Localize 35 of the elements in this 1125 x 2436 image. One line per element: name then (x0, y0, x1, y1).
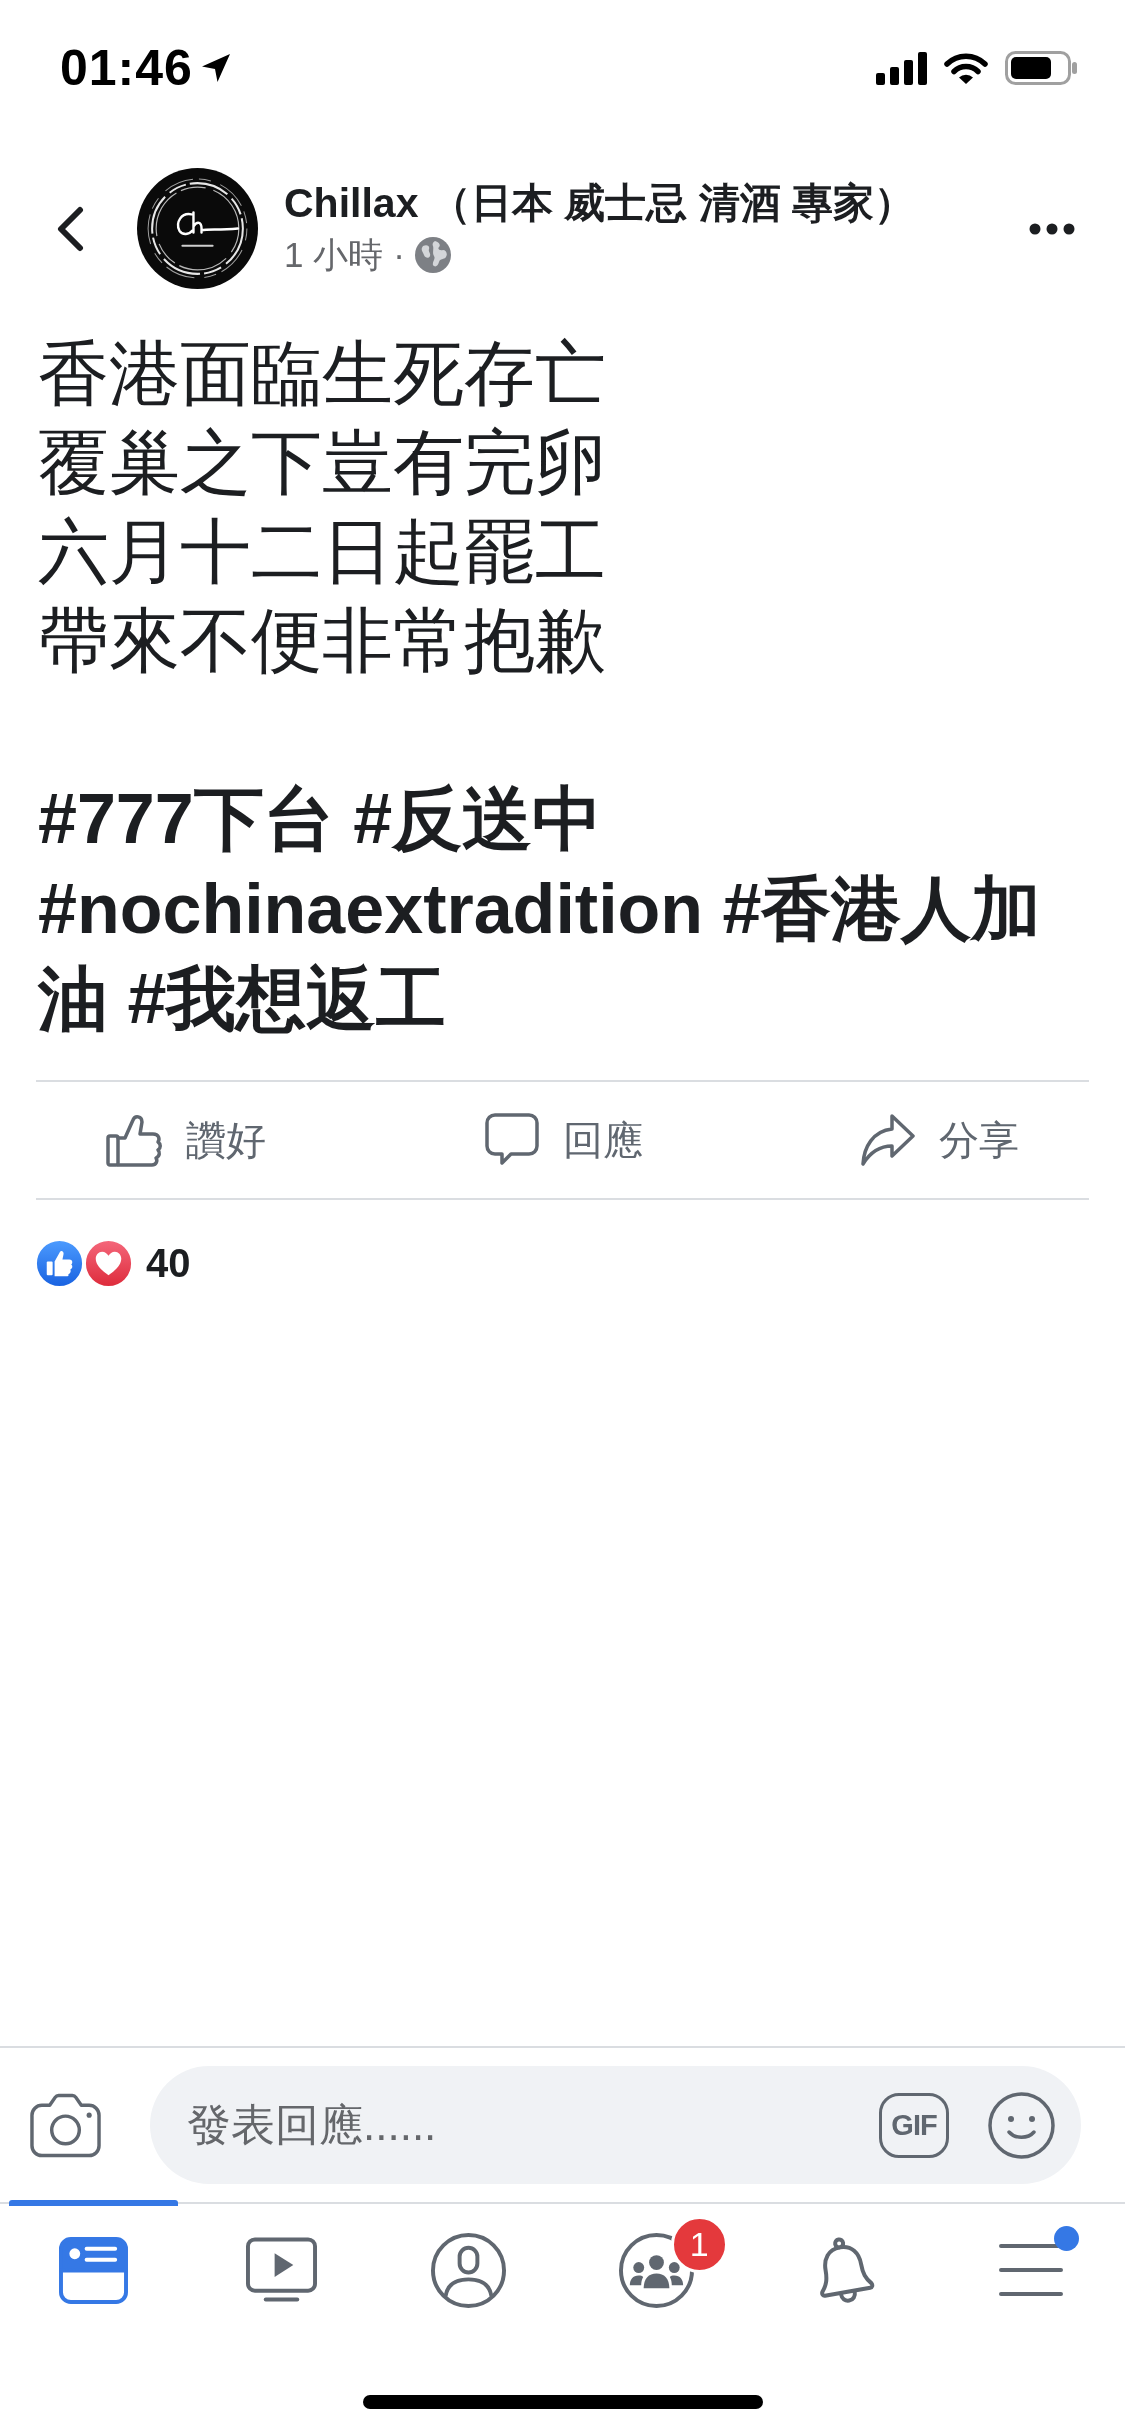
reaction-count[interactable]: 40 (146, 1241, 191, 1286)
groups-tab[interactable]: 1 (571, 2200, 741, 2334)
status-time: 01:46 (60, 39, 193, 97)
comment-input[interactable]: 發表回應...... GIF (150, 2066, 1081, 2184)
page-name[interactable]: Chillax （日本 威士忌 清酒 專家） (284, 176, 1023, 229)
avatar-logo-icon[interactable] (137, 168, 258, 289)
smiley-icon (988, 2091, 1055, 2159)
comment-button[interactable]: 回應 (484, 1112, 643, 1168)
thumbs-up-icon (106, 1113, 162, 1167)
globe-icon (414, 236, 451, 273)
post-text: 香港面臨生死存亡 覆巢之下豈有完卵 六月十二日起罷工 帶來不便非常抱歉 (37, 333, 607, 682)
more-icon (1029, 222, 1075, 235)
speech-bubble-icon (484, 1113, 539, 1167)
gif-button[interactable]: GIF (879, 2092, 949, 2158)
share-button[interactable]: 分享 (861, 1112, 1019, 1168)
back-icon (56, 205, 84, 252)
wifi-icon (943, 51, 989, 85)
hashtag-text: #777下台 #反送中 #nochinaextradition #香港人加 油 #我想返工 (36, 779, 1043, 1040)
profile-icon (431, 2232, 507, 2308)
location-arrow-icon (200, 53, 231, 83)
like-button[interactable]: 讚好 (106, 1112, 266, 1168)
video-icon (245, 2237, 317, 2303)
post-time: 1 小時 (284, 234, 384, 275)
battery-icon (1005, 51, 1077, 85)
signal-icon (876, 51, 927, 85)
meta-separator: · (393, 234, 405, 275)
like-reaction-icon (34, 1238, 85, 1289)
group-icon (618, 2232, 694, 2308)
news-feed-icon (59, 2236, 129, 2304)
camera-button[interactable] (30, 2092, 101, 2158)
share-arrow-icon (861, 1114, 915, 1166)
camera-icon (30, 2092, 101, 2158)
emoji-button[interactable] (988, 2091, 1055, 2159)
menu-icon (999, 2243, 1064, 2297)
heart-reaction-icon (83, 1238, 134, 1289)
